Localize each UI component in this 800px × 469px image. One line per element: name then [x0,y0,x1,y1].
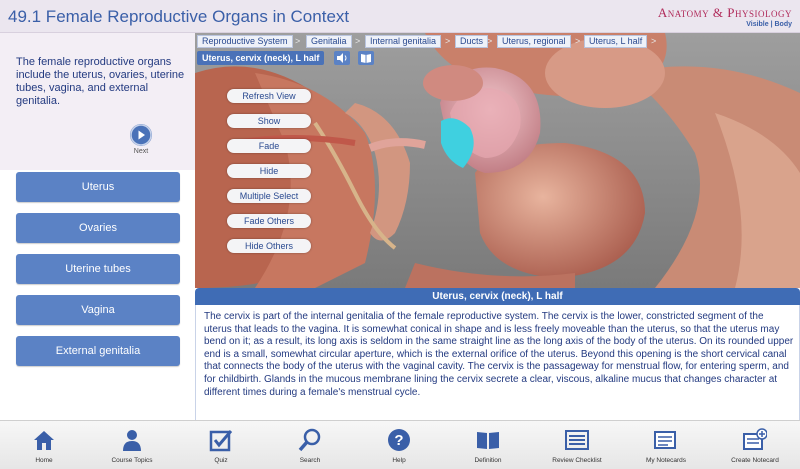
nav-button-ovaries[interactable]: Ovaries [16,213,180,243]
home-icon [34,431,54,450]
breadcrumb-separator: > [295,36,301,46]
intro-box: The female reproductive organs include t… [0,33,195,170]
toolbar-my-notecards[interactable]: My Notecards [623,421,709,469]
next-label: Next [133,148,149,155]
breadcrumb-genitalia[interactable]: Genitalia [306,35,352,48]
breadcrumb-separator: > [445,36,451,46]
hide-others-button[interactable]: Hide Others [227,239,311,253]
toolbar-home-label: Home [35,457,53,464]
brand-sub-text: Visible | Body [746,21,792,28]
anatomy-3d-viewer[interactable]: Reproductive System > Genitalia > Intern… [195,33,800,288]
fade-others-button[interactable]: Fade Others [227,214,311,228]
description-panel: The cervix is part of the internal genit… [195,305,800,420]
next-button[interactable] [130,124,152,146]
toolbar-create-notecard[interactable]: Create Notecard [712,421,798,469]
breadcrumb-separator: > [487,36,493,46]
toolbar-home[interactable]: Home [1,421,87,469]
book-icon [477,432,499,449]
play-arrow-icon [130,124,152,146]
bottom-toolbar: Home Course Topics Quiz Search ? Help De… [0,420,800,469]
breadcrumb-uterus-l-half[interactable]: Uterus, L half [584,35,648,48]
toolbar-course-topics-label: Course Topics [111,457,153,464]
nav-button-uterus[interactable]: Uterus [16,172,180,202]
nav-button-uterine-tubes[interactable]: Uterine tubes [16,254,180,284]
toolbar-my-notecards-label: My Notecards [645,457,687,464]
toolbar-create-notecard-label: Create Notecard [731,457,779,464]
definition-book-button[interactable] [358,51,374,65]
create-notecard-icon [743,428,767,450]
toolbar-search[interactable]: Search [267,421,353,469]
description-title: Uterus, cervix (neck), L half [195,288,800,305]
toolbar-quiz-label: Quiz [214,457,228,464]
refresh-view-button[interactable]: Refresh View [227,89,311,103]
intro-text: The female reproductive organs include t… [16,56,185,107]
toolbar-search-label: Search [299,457,321,464]
hide-button[interactable]: Hide [227,164,311,178]
person-icon [123,430,141,451]
page-title: 49.1 Female Reproductive Organs in Conte… [8,7,350,26]
help-icon: ? [388,429,410,451]
brand-logo: Anatomy & Physiology Visible | Body [658,5,792,28]
selected-part-label: Uterus, cervix (neck), L half [197,51,325,65]
notecards-icon [654,431,676,449]
breadcrumb-separator: > [355,36,361,46]
header-bar: 49.1 Female Reproductive Organs in Conte… [0,0,800,33]
breadcrumb-ducts[interactable]: Ducts [455,35,489,48]
multiple-select-button[interactable]: Multiple Select [227,189,311,203]
breadcrumb-uterus-regional[interactable]: Uterus, regional [497,35,571,48]
show-button[interactable]: Show [227,114,311,128]
toolbar-help[interactable]: ? Help [356,421,442,469]
nav-button-external-genitalia[interactable]: External genitalia [16,336,180,366]
left-panel: The female reproductive organs include t… [0,33,195,420]
speaker-icon [337,53,347,63]
svg-text:?: ? [394,432,403,449]
fade-button[interactable]: Fade [227,139,311,153]
breadcrumb-internal-genitalia[interactable]: Internal genitalia [365,35,442,48]
breadcrumb-reproductive-system[interactable]: Reproductive System [197,35,293,48]
checklist-icon [565,430,589,450]
audio-button[interactable] [334,51,350,65]
description-text: The cervix is part of the internal genit… [204,311,794,398]
toolbar-definition-label: Definition [474,457,502,464]
toolbar-course-topics[interactable]: Course Topics [89,421,175,469]
book-icon [361,54,371,63]
toolbar-review-checklist-label: Review Checklist [552,457,602,464]
breadcrumb-separator: > [651,36,657,46]
toolbar-help-label: Help [392,457,406,464]
brand-main-text: Anatomy & Physiology [657,5,792,20]
breadcrumb-separator: > [575,36,581,46]
toolbar-definition[interactable]: Definition [445,421,531,469]
search-icon [298,428,321,452]
checkbox-icon [209,430,233,452]
nav-button-vagina[interactable]: Vagina [16,295,180,325]
toolbar-review-checklist[interactable]: Review Checklist [534,421,620,469]
toolbar-quiz[interactable]: Quiz [178,421,264,469]
